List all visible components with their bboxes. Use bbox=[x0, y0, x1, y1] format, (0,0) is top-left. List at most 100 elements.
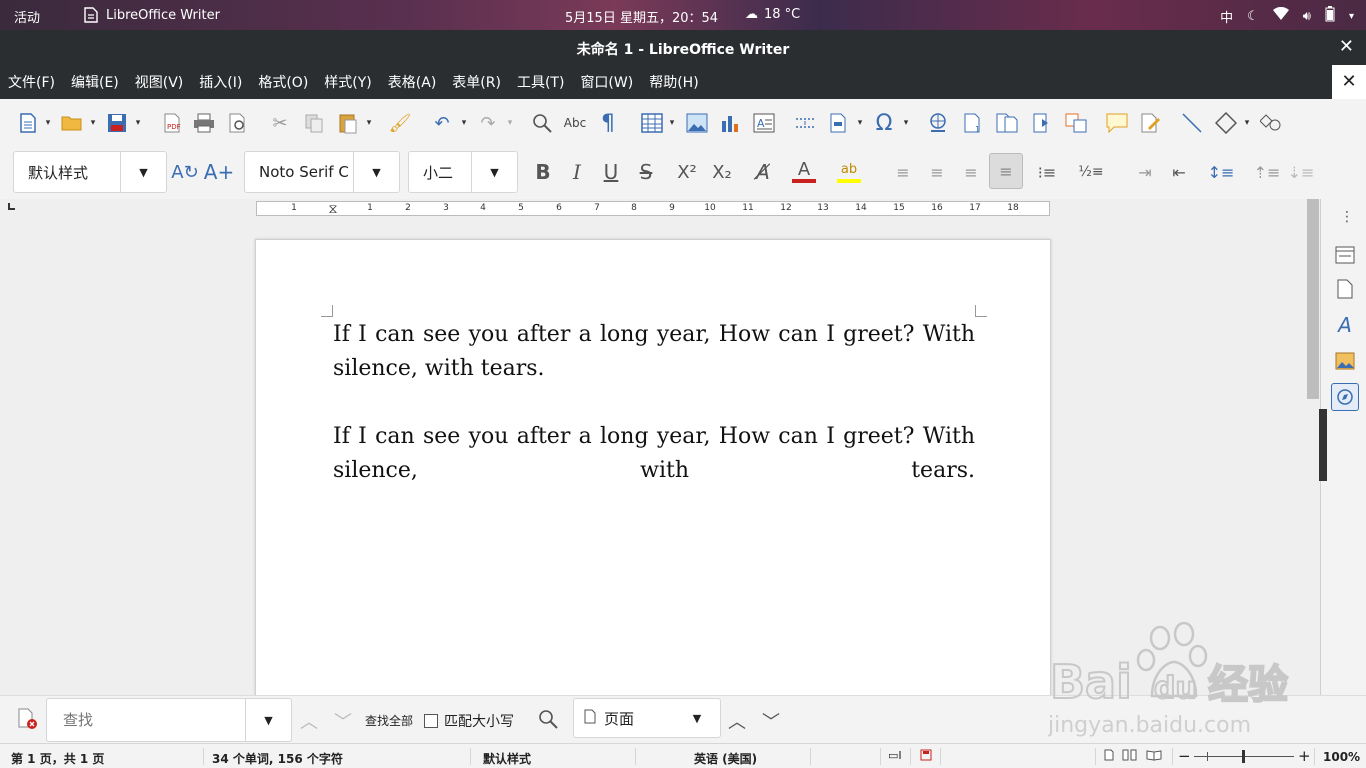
open-folder-icon[interactable] bbox=[60, 111, 84, 135]
formatting-marks-icon[interactable]: ¶ bbox=[596, 111, 620, 136]
draw-functions-icon[interactable] bbox=[1259, 111, 1283, 135]
update-style-icon[interactable]: A↻ bbox=[171, 159, 198, 185]
find-replace-dialog-icon[interactable] bbox=[537, 708, 559, 734]
line-spacing-icon[interactable]: ↕≡ bbox=[1208, 159, 1235, 185]
numbered-list-icon[interactable]: ½≡ bbox=[1078, 159, 1104, 185]
special-character-icon[interactable]: Ω bbox=[872, 111, 896, 136]
document-text[interactable]: If I can see you after a long year, How … bbox=[333, 318, 975, 488]
menu-help[interactable]: 帮助(H) bbox=[641, 72, 706, 92]
page-style[interactable]: 默认样式 bbox=[483, 750, 531, 767]
menu-tools[interactable]: 工具(T) bbox=[509, 72, 572, 92]
new-dropdown-icon[interactable]: ▾ bbox=[43, 113, 53, 133]
menu-window[interactable]: 窗口(W) bbox=[572, 72, 641, 92]
decrease-indent-icon[interactable]: ⇤ bbox=[1166, 159, 1192, 185]
cut-icon[interactable]: ✂ bbox=[268, 111, 292, 135]
redo-icon[interactable]: ↷ bbox=[476, 111, 500, 135]
paragraph-style-combo[interactable]: 默认样式 ▼ bbox=[13, 151, 167, 193]
gallery-icon[interactable] bbox=[1333, 349, 1357, 373]
save-dropdown-icon[interactable]: ▾ bbox=[133, 113, 143, 133]
find-input-combo[interactable]: ▼ bbox=[46, 698, 292, 742]
bullet-list-icon[interactable]: ⁝≡ bbox=[1034, 159, 1060, 185]
strikethrough-icon[interactable]: S bbox=[633, 159, 659, 185]
font-size-combo[interactable]: 小二 ▼ bbox=[408, 151, 518, 193]
power-menu-icon[interactable]: ▾ bbox=[1349, 11, 1354, 22]
single-page-view-icon[interactable] bbox=[1104, 749, 1114, 764]
paragraph-2[interactable]: If I can see you after a long year, How … bbox=[333, 420, 975, 488]
match-case-checkbox[interactable] bbox=[424, 714, 438, 728]
menu-format[interactable]: 格式(O) bbox=[250, 72, 316, 92]
increase-paragraph-spacing-icon[interactable]: ⇡≡ bbox=[1254, 159, 1281, 185]
tab-stop-selector[interactable] bbox=[8, 203, 15, 210]
first-line-indent-marker[interactable]: ⧖ bbox=[328, 202, 337, 217]
underline-icon[interactable]: U bbox=[598, 159, 624, 185]
document-canvas[interactable]: If I can see you after a long year, How … bbox=[0, 219, 1306, 695]
open-dropdown-icon[interactable]: ▾ bbox=[88, 113, 98, 133]
chevron-down-icon[interactable]: ▼ bbox=[471, 152, 517, 192]
undo-icon[interactable]: ↶ bbox=[430, 111, 454, 135]
menu-form[interactable]: 表单(R) bbox=[444, 72, 509, 92]
window-close-icon[interactable]: ✕ bbox=[1339, 36, 1354, 57]
print-icon[interactable] bbox=[192, 111, 216, 135]
scrollbar-thumb[interactable] bbox=[1307, 199, 1319, 399]
basic-shapes-icon[interactable] bbox=[1214, 111, 1238, 135]
night-light-icon[interactable]: ☾ bbox=[1247, 9, 1259, 24]
insert-textbox-icon[interactable]: A bbox=[752, 111, 776, 135]
font-name-combo[interactable]: Noto Serif C ▼ bbox=[244, 151, 400, 193]
find-all-button[interactable]: 查找全部 bbox=[365, 712, 413, 729]
align-right-icon[interactable]: ≡ bbox=[958, 159, 984, 185]
bold-icon[interactable]: B bbox=[530, 159, 556, 185]
new-document-icon[interactable] bbox=[16, 111, 40, 135]
align-left-icon[interactable]: ≡ bbox=[890, 159, 916, 185]
selection-mode-icon[interactable]: ▭I bbox=[888, 749, 902, 762]
find-input[interactable] bbox=[47, 699, 245, 741]
paste-dropdown-icon[interactable]: ▾ bbox=[364, 113, 374, 133]
new-style-icon[interactable]: A+ bbox=[204, 159, 234, 185]
insert-bookmark-icon[interactable] bbox=[1030, 111, 1054, 135]
find-replace-icon[interactable] bbox=[530, 111, 554, 135]
close-document-icon[interactable]: ✕ bbox=[1332, 65, 1366, 99]
track-changes-icon[interactable] bbox=[1139, 111, 1163, 135]
print-preview-icon[interactable] bbox=[226, 111, 250, 135]
redo-dropdown-icon[interactable]: ▾ bbox=[505, 113, 515, 133]
find-previous-icon[interactable]: ︿ bbox=[300, 708, 318, 734]
insert-field-icon[interactable] bbox=[827, 111, 851, 135]
undo-dropdown-icon[interactable]: ▾ bbox=[459, 113, 469, 133]
decrease-paragraph-spacing-icon[interactable]: ⇣≡ bbox=[1288, 159, 1315, 185]
multi-page-view-icon[interactable] bbox=[1122, 749, 1138, 764]
page-count[interactable]: 第 1 页，共 1 页 bbox=[11, 750, 104, 767]
italic-icon[interactable]: I bbox=[564, 159, 590, 185]
horizontal-ruler[interactable]: 1 ⧖ 1 2 3 4 5 6 7 8 9 10 11 12 13 14 15 … bbox=[256, 201, 1050, 217]
zoom-level[interactable]: 100% bbox=[1323, 750, 1360, 764]
sidebar-collapse-handle[interactable] bbox=[1319, 409, 1327, 481]
insert-line-icon[interactable] bbox=[1180, 111, 1204, 135]
menu-edit[interactable]: 编辑(E) bbox=[63, 72, 127, 92]
insert-comment-icon[interactable] bbox=[1105, 111, 1129, 135]
zoom-slider[interactable] bbox=[1194, 750, 1294, 763]
clock[interactable]: 5月15日 星期五，20：54 bbox=[565, 7, 718, 26]
vertical-scrollbar[interactable] bbox=[1306, 199, 1320, 695]
zoom-slider-handle[interactable] bbox=[1242, 750, 1245, 763]
insert-footnote-icon[interactable]: 1 bbox=[961, 111, 985, 135]
app-menu[interactable]: LibreOffice Writer bbox=[84, 7, 220, 23]
volume-icon[interactable]: 🔊︎ bbox=[1303, 9, 1311, 24]
menu-insert[interactable]: 插入(I) bbox=[191, 72, 250, 92]
align-center-icon[interactable]: ≡ bbox=[924, 159, 950, 185]
close-find-bar-icon[interactable] bbox=[18, 708, 38, 734]
chevron-down-icon[interactable]: ▼ bbox=[245, 699, 291, 741]
increase-indent-icon[interactable]: ⇥ bbox=[1132, 159, 1158, 185]
word-count[interactable]: 34 个单词, 156 个字符 bbox=[212, 750, 343, 767]
justify-icon[interactable]: ≡ bbox=[989, 153, 1023, 189]
document-modified-icon[interactable] bbox=[920, 749, 932, 764]
save-icon[interactable] bbox=[105, 111, 129, 135]
navigator-icon[interactable] bbox=[1331, 383, 1359, 411]
paragraph-1[interactable]: If I can see you after a long year, How … bbox=[333, 318, 975, 386]
search-scope-combo[interactable]: 页面 ▼ bbox=[573, 698, 721, 738]
insert-endnote-icon[interactable] bbox=[995, 111, 1019, 135]
field-dropdown-icon[interactable]: ▾ bbox=[855, 113, 865, 133]
chevron-down-icon[interactable]: ▼ bbox=[353, 152, 399, 192]
clone-formatting-icon[interactable]: 🖌︎ bbox=[388, 111, 412, 135]
zoom-out-icon[interactable]: − bbox=[1178, 747, 1191, 765]
properties-icon[interactable] bbox=[1333, 243, 1357, 267]
insert-page-break-icon[interactable] bbox=[793, 111, 817, 135]
font-color-icon[interactable]: A bbox=[791, 159, 817, 185]
